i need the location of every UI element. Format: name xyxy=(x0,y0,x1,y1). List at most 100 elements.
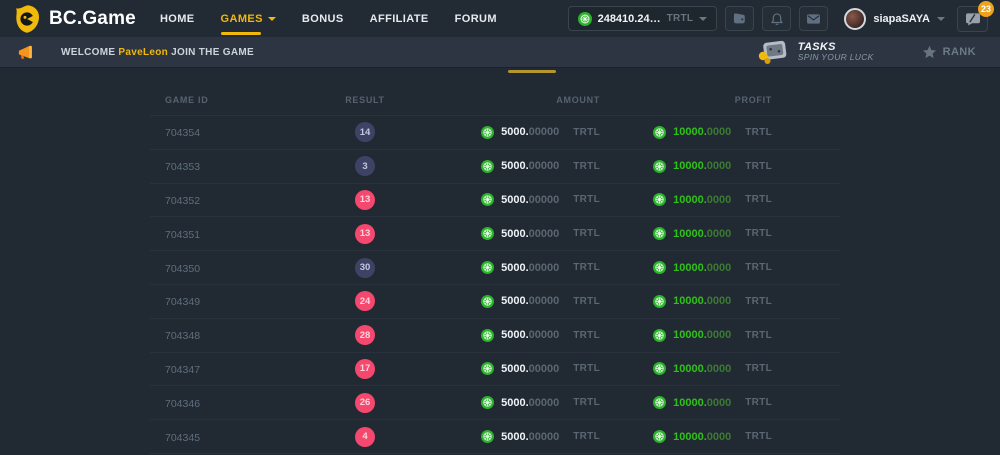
amount-main: 5000. xyxy=(501,262,529,274)
rank-label: RANK xyxy=(943,46,976,58)
profit-main: 10000. xyxy=(673,431,707,443)
mail-icon xyxy=(806,13,821,25)
result-badge: 26 xyxy=(355,393,375,413)
bets-table: GAME ID RESULT AMOUNT PROFIT 704354 14 5… xyxy=(150,84,840,454)
profit-currency: TRTL xyxy=(745,363,772,374)
table-row[interactable]: 704348 28 5000.00000 TRTL 10000.0 xyxy=(150,319,840,353)
notifications-button[interactable] xyxy=(762,6,791,31)
profit-decimals: 0000 xyxy=(707,126,731,138)
profit-currency: TRTL xyxy=(745,431,772,442)
trtl-coin-icon xyxy=(653,126,666,139)
result-badge: 3 xyxy=(355,156,375,176)
table-row[interactable]: 704354 14 5000.00000 TRTL 10000.0 xyxy=(150,116,840,150)
star-icon xyxy=(922,45,937,59)
chat-notification-badge: 23 xyxy=(978,1,994,17)
megaphone-icon xyxy=(16,44,35,61)
nav-item-forum[interactable]: FORUM xyxy=(455,0,497,37)
profit-currency: TRTL xyxy=(745,330,772,341)
top-navbar: BC.Game HOME GAMES BONUS AFFILIATE FORUM… xyxy=(0,0,1000,37)
profit-currency: TRTL xyxy=(745,161,772,172)
game-id: 704349 xyxy=(165,296,200,308)
table-row[interactable]: 704349 24 5000.00000 TRTL 10000.0 xyxy=(150,285,840,319)
active-tab-indicator xyxy=(508,70,556,73)
chevron-down-icon xyxy=(268,17,276,21)
profit-main: 10000. xyxy=(673,194,707,206)
avatar xyxy=(844,8,866,30)
table-row[interactable]: 704346 26 5000.00000 TRTL 10000.0 xyxy=(150,386,840,420)
trtl-coin-icon xyxy=(481,261,494,274)
nav-label: GAMES xyxy=(221,13,263,25)
result-badge: 24 xyxy=(355,291,375,311)
nav-label: FORUM xyxy=(455,13,497,25)
table-row[interactable]: 704351 13 5000.00000 TRTL 10000.0 xyxy=(150,217,840,251)
profit-currency: TRTL xyxy=(745,127,772,138)
amount-main: 5000. xyxy=(501,363,529,375)
amount-currency: TRTL xyxy=(573,228,600,239)
user-menu[interactable]: siapaSAYA xyxy=(844,8,945,30)
result-badge: 30 xyxy=(355,258,375,278)
table-row[interactable]: 704353 3 5000.00000 TRTL 10000.00 xyxy=(150,150,840,184)
logo[interactable]: BC.Game xyxy=(14,4,136,34)
wallet-button[interactable] xyxy=(725,6,754,31)
table-row[interactable]: 704350 30 5000.00000 TRTL 10000.0 xyxy=(150,251,840,285)
wallet-icon xyxy=(732,12,747,25)
balance-currency: TRTL xyxy=(667,13,694,24)
profit-decimals: 0000 xyxy=(707,397,731,409)
profit-main: 10000. xyxy=(673,295,707,307)
game-id: 704353 xyxy=(165,161,200,173)
messages-button[interactable] xyxy=(799,6,828,31)
trtl-coin-icon xyxy=(481,329,494,342)
result-badge: 14 xyxy=(355,122,375,142)
bell-icon xyxy=(770,12,784,26)
game-id: 704346 xyxy=(165,398,200,410)
trtl-coin-icon xyxy=(481,227,494,240)
game-id: 704350 xyxy=(165,263,200,275)
logo-text: BC.Game xyxy=(49,8,136,30)
welcome-player-name[interactable]: PaveLeon xyxy=(118,47,168,58)
trtl-coin-icon xyxy=(481,193,494,206)
profit-main: 10000. xyxy=(673,228,707,240)
amount-main: 5000. xyxy=(501,397,529,409)
banner-right: TASKS SPIN YOUR LUCK RANK xyxy=(756,39,976,65)
profit-decimals: 0000 xyxy=(707,431,731,443)
amount-main: 5000. xyxy=(501,126,529,138)
nav-item-bonus[interactable]: BONUS xyxy=(302,0,344,37)
amount-main: 5000. xyxy=(501,160,529,172)
dice-machine-icon xyxy=(756,39,790,65)
nav-item-games[interactable]: GAMES xyxy=(221,0,276,37)
amount-decimals: 00000 xyxy=(529,397,560,409)
rank-link[interactable]: RANK xyxy=(922,45,976,59)
result-badge: 28 xyxy=(355,325,375,345)
amount-decimals: 00000 xyxy=(529,262,560,274)
profit-decimals: 0000 xyxy=(707,228,731,240)
amount-currency: TRTL xyxy=(573,296,600,307)
table-row[interactable]: 704347 17 5000.00000 TRTL 10000.0 xyxy=(150,353,840,387)
result-badge: 4 xyxy=(355,427,375,447)
profit-currency: TRTL xyxy=(745,262,772,273)
game-id: 704348 xyxy=(165,330,200,342)
table-row[interactable]: 704345 4 5000.00000 TRTL 10000.00 xyxy=(150,420,840,454)
nav-item-home[interactable]: HOME xyxy=(160,0,195,37)
trtl-coin-icon xyxy=(481,160,494,173)
col-header-result: RESULT xyxy=(330,95,400,105)
result-badge: 13 xyxy=(355,190,375,210)
welcome-banner: WELCOME PaveLeon JOIN THE GAME TASKS S xyxy=(0,37,1000,68)
chat-button[interactable]: 23 xyxy=(957,6,988,32)
trtl-coin-icon xyxy=(653,193,666,206)
trtl-coin-icon xyxy=(653,362,666,375)
amount-currency: TRTL xyxy=(573,161,600,172)
balance-selector[interactable]: 248410.24… TRTL xyxy=(568,6,718,31)
profit-decimals: 0000 xyxy=(707,194,731,206)
trtl-coin-icon xyxy=(653,396,666,409)
amount-decimals: 00000 xyxy=(529,295,560,307)
amount-currency: TRTL xyxy=(573,363,600,374)
chevron-down-icon xyxy=(699,17,707,21)
amount-currency: TRTL xyxy=(573,330,600,341)
table-row[interactable]: 704352 13 5000.00000 TRTL 10000.0 xyxy=(150,184,840,218)
amount-currency: TRTL xyxy=(573,397,600,408)
profit-main: 10000. xyxy=(673,126,707,138)
nav-item-affiliate[interactable]: AFFILIATE xyxy=(370,0,429,37)
amount-main: 5000. xyxy=(501,295,529,307)
tasks-link[interactable]: TASKS SPIN YOUR LUCK xyxy=(756,39,874,65)
col-header-amount: AMOUNT xyxy=(400,95,600,105)
